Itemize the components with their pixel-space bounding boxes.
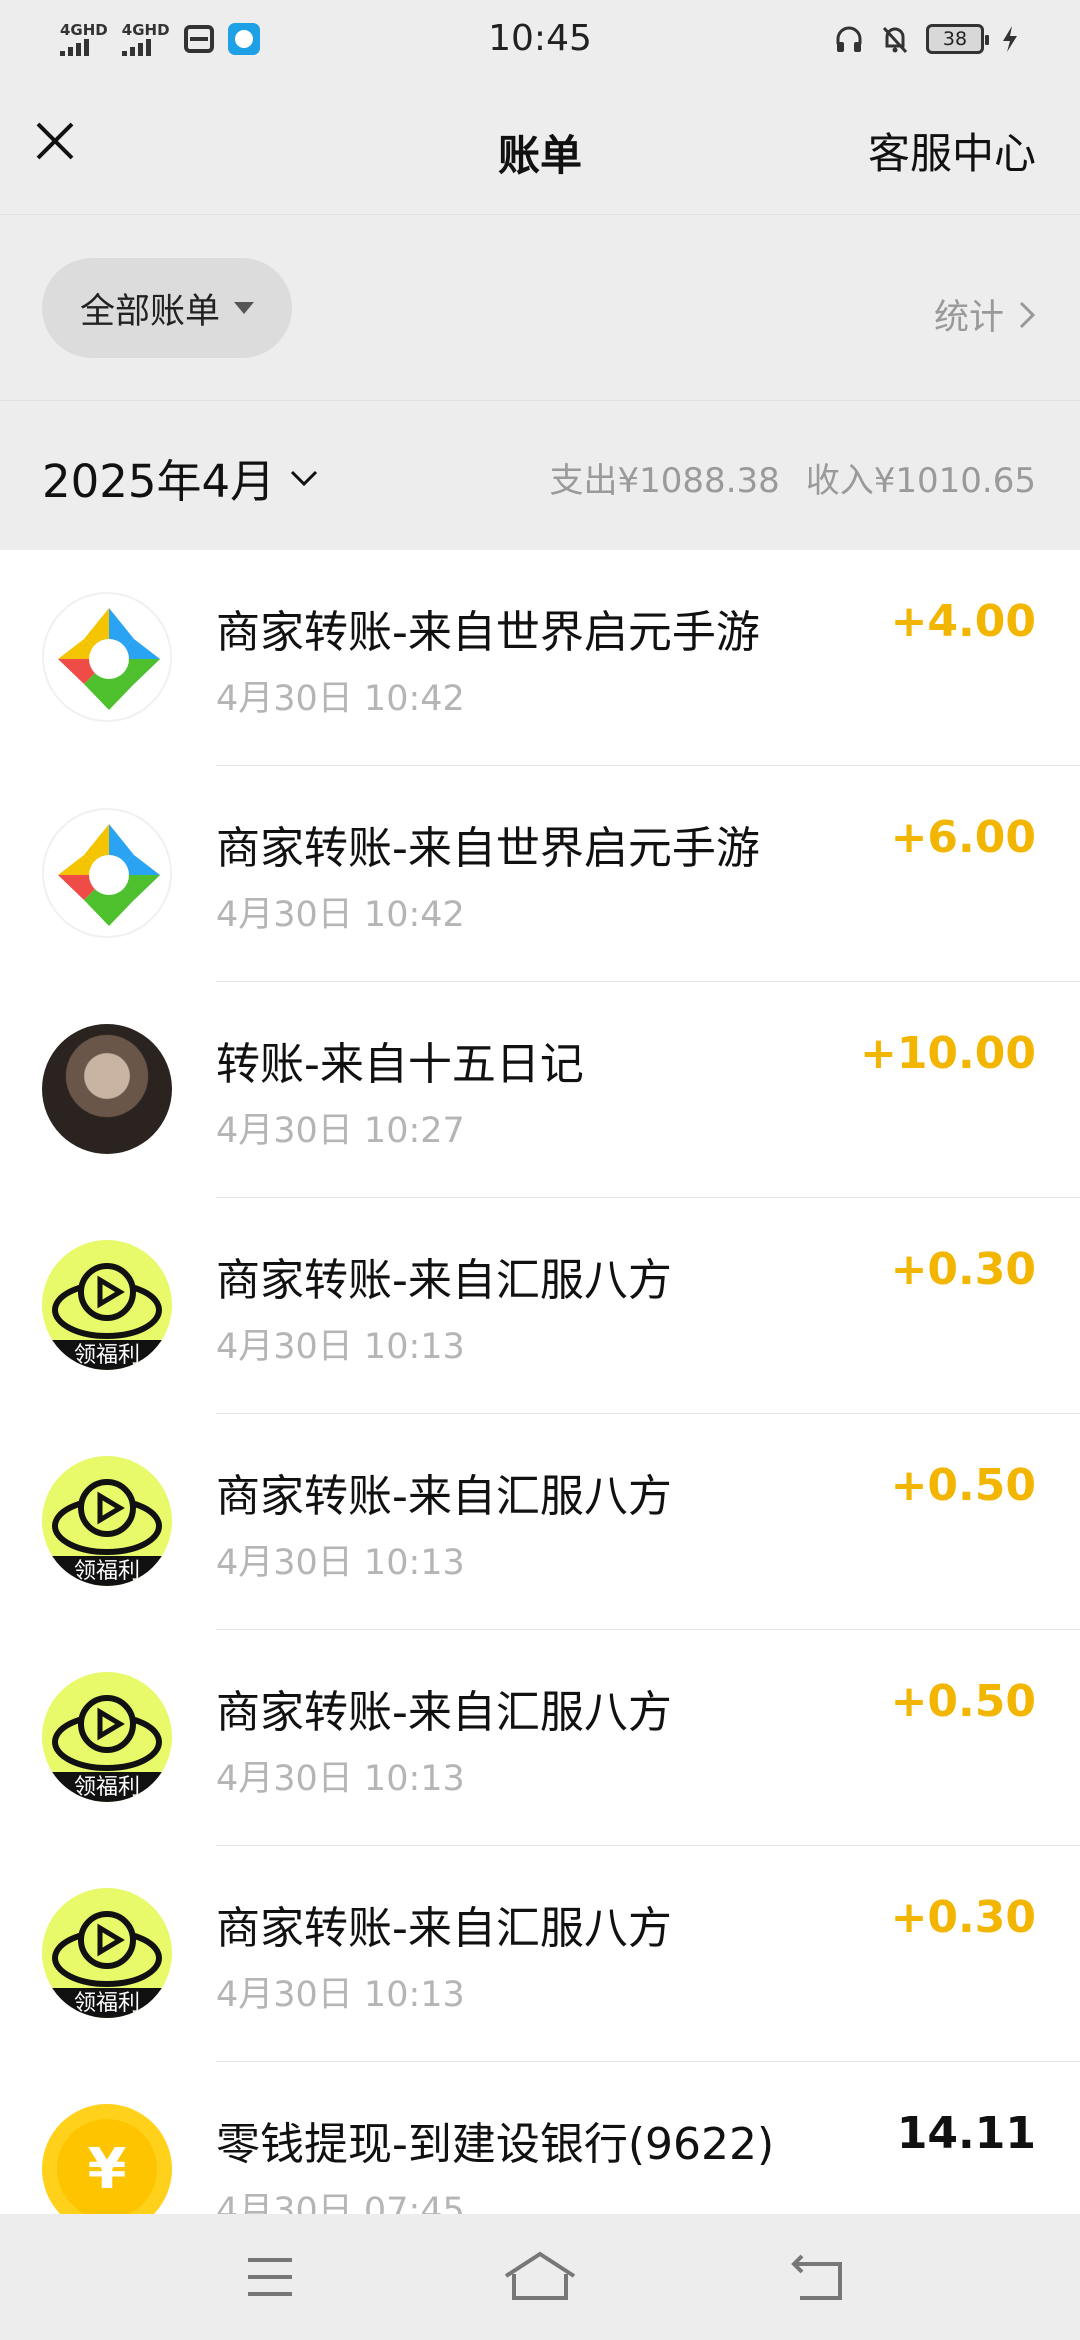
statistics-link[interactable]: 统计 (934, 289, 1036, 340)
fuli-logo-text: 领福利 (74, 1559, 140, 1584)
transaction-row[interactable]: ¥ 零钱提现-到建设银行(9622) 4月30日 07:45 14.11 (0, 2062, 1080, 2214)
transaction-amount: 14.11 (896, 2108, 1036, 2159)
fuli-logo-text: 领福利 (74, 1775, 140, 1800)
merchant-logo-icon (42, 808, 172, 938)
transaction-list: 商家转账-来自世界启元手游 4月30日 10:42 +4.00 商家转账-来自世… (0, 550, 1080, 2214)
transaction-time: 4月30日 07:45 (216, 2191, 465, 2214)
transaction-amount: +0.30 (890, 1892, 1036, 1943)
transaction-time: 4月30日 10:42 (216, 895, 465, 935)
transaction-time: 4月30日 10:13 (216, 1543, 465, 1583)
menu-icon[interactable] (230, 2244, 310, 2310)
transaction-amount: +4.00 (890, 596, 1036, 647)
transaction-amount: +0.30 (890, 1244, 1036, 1295)
income-total: 收入¥1010.65 (805, 461, 1036, 501)
transaction-time: 4月30日 10:13 (216, 1975, 465, 2015)
fuli-logo-icon: 领福利 (42, 1672, 172, 1802)
transaction-row[interactable]: 商家转账-来自世界启元手游 4月30日 10:42 +4.00 (0, 550, 1080, 766)
transaction-amount: +0.50 (890, 1460, 1036, 1511)
transaction-time: 4月30日 10:13 (216, 1759, 465, 1799)
user-avatar (42, 1024, 172, 1154)
transaction-title: 商家转账-来自汇服八方 (216, 1687, 672, 1738)
charging-icon (1003, 26, 1017, 52)
month-summary-row: 2025年4月 支出¥1088.38 收入¥1010.65 (0, 400, 1080, 550)
fuli-logo-icon: 领福利 (42, 1240, 172, 1370)
mute-bell-icon (882, 26, 908, 54)
transaction-amount: +0.50 (890, 1676, 1036, 1727)
chevron-right-icon (1019, 301, 1036, 328)
transaction-title: 商家转账-来自汇服八方 (216, 1255, 672, 1306)
transaction-row[interactable]: 领福利 商家转账-来自汇服八方 4月30日 10:13 +0.50 (0, 1414, 1080, 1630)
customer-service-link[interactable]: 客服中心 (868, 120, 1036, 181)
chevron-down-icon (291, 470, 318, 486)
home-icon[interactable] (500, 2244, 580, 2310)
transaction-title: 转账-来自十五日记 (216, 1039, 584, 1090)
transaction-title: 零钱提现-到建设银行(9622) (216, 2119, 775, 2170)
dropdown-triangle-icon (234, 302, 254, 314)
fuli-logo-text: 领福利 (74, 1991, 140, 2016)
transaction-row[interactable]: 领福利 商家转账-来自汇服八方 4月30日 10:13 +0.50 (0, 1630, 1080, 1846)
expense-total: 支出¥1088.38 (549, 461, 780, 501)
back-icon[interactable] (780, 2244, 860, 2310)
system-navigation-bar (0, 2214, 1080, 2340)
transaction-row[interactable]: 领福利 商家转账-来自汇服八方 4月30日 10:13 +0.30 (0, 1198, 1080, 1414)
transaction-amount: +10.00 (859, 1028, 1036, 1079)
bill-type-label: 全部账单 (79, 291, 220, 332)
transaction-amount: +6.00 (890, 812, 1036, 863)
battery-icon: 38 (926, 24, 989, 54)
transaction-title: 商家转账-来自世界启元手游 (216, 823, 760, 874)
merchant-logo-icon (42, 592, 172, 722)
month-totals: 支出¥1088.38 收入¥1010.65 (550, 453, 1036, 502)
transaction-title: 商家转账-来自汇服八方 (216, 1903, 672, 1954)
transaction-time: 4月30日 10:27 (216, 1111, 465, 1151)
transaction-title: 商家转账-来自汇服八方 (216, 1471, 672, 1522)
coin-symbol: ¥ (57, 2119, 157, 2214)
statistics-label: 统计 (933, 298, 1004, 338)
month-picker[interactable]: 2025年4月 (42, 445, 319, 510)
transaction-time: 4月30日 10:42 (216, 679, 465, 719)
transaction-time: 4月30日 10:13 (216, 1327, 465, 1367)
filter-row: 全部账单 统计 (0, 214, 1080, 400)
transaction-row[interactable]: 领福利 商家转账-来自汇服八方 4月30日 10:13 +0.30 (0, 1846, 1080, 2062)
fuli-logo-icon: 领福利 (42, 1888, 172, 2018)
status-right-icons: 38 (834, 24, 1020, 54)
transaction-row[interactable]: 商家转账-来自世界启元手游 4月30日 10:42 +6.00 (0, 766, 1080, 982)
nav-bar: 账单 客服中心 (0, 84, 1080, 214)
status-bar: 4GHD 4GHD 10:45 38 (0, 0, 1080, 84)
fuli-logo-icon: 领福利 (42, 1456, 172, 1586)
battery-level: 38 (942, 28, 968, 50)
headphones-icon (836, 26, 862, 52)
coin-icon: ¥ (42, 2104, 172, 2214)
month-label: 2025年4月 (42, 455, 276, 508)
transaction-row[interactable]: 转账-来自十五日记 4月30日 10:27 +10.00 (0, 982, 1080, 1198)
transaction-title: 商家转账-来自世界启元手游 (216, 607, 760, 658)
fuli-logo-text: 领福利 (74, 1343, 140, 1368)
bill-type-filter[interactable]: 全部账单 (42, 258, 292, 358)
